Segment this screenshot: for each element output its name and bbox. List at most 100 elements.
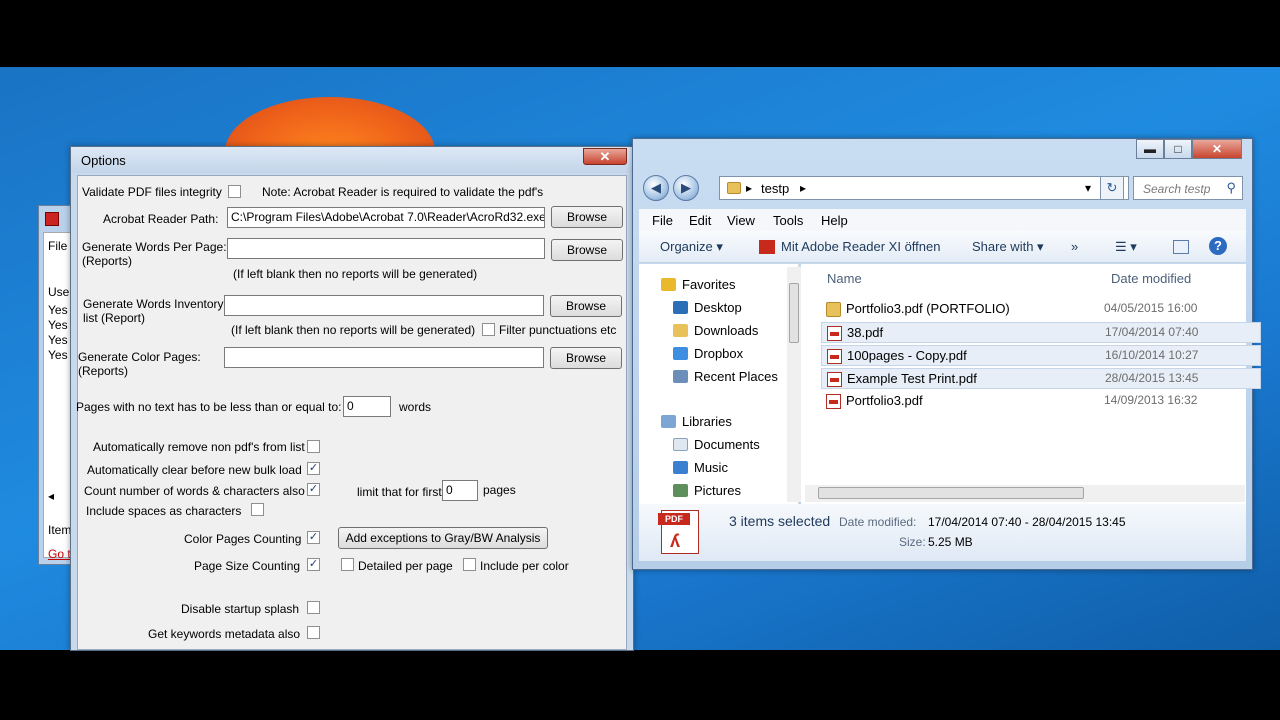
nav-pictures[interactable]: Pictures [673,483,741,498]
column-header-date-modified[interactable]: Date modified [1111,271,1191,286]
auto-clear-checkbox[interactable]: ✓ [307,462,320,475]
nav-dropbox[interactable]: Dropbox [673,346,743,361]
nav-music[interactable]: Music [673,460,728,475]
share-with-button[interactable]: Share with ▾ [972,239,1044,255]
organize-button[interactable]: Organize ▾ [660,239,723,255]
no-text-words-input[interactable]: 0 [343,396,391,417]
views-button[interactable]: ☰ ▾ [1115,239,1137,255]
nav-libraries[interactable]: Libraries [661,414,732,429]
options-close-button[interactable]: ✕ [583,148,627,165]
bg-scroll-left-icon[interactable]: ◂ [48,489,54,503]
color-counting-checkbox[interactable]: ✓ [307,531,320,544]
include-spaces-label: Include spaces as characters [86,504,242,518]
menu-view[interactable]: View [727,213,755,228]
include-per-color-label: Include per color [480,559,569,573]
search-box[interactable]: Search testp ⚲ [1133,176,1243,200]
include-spaces-checkbox[interactable] [251,503,264,516]
inventory-browse-button[interactable]: Browse [550,295,622,317]
include-per-color-checkbox[interactable] [463,558,476,571]
bg-item-label: Item [48,523,72,537]
search-icon[interactable]: ⚲ [1226,180,1236,196]
detailed-per-page-checkbox[interactable] [341,558,354,571]
maximize-button[interactable]: □ [1164,139,1192,159]
menu-help[interactable]: Help [821,213,848,228]
preview-pane-icon[interactable] [1173,240,1189,254]
close-button[interactable]: ✕ [1192,139,1242,159]
count-words-checkbox[interactable]: ✓ [307,483,320,496]
words-per-page-browse-button[interactable]: Browse [551,239,623,261]
minimize-button[interactable]: ▬ [1136,139,1164,159]
no-text-unit: words [399,400,432,414]
pdf-file-icon [827,349,842,364]
nav-recent-places[interactable]: Recent Places [673,369,778,384]
address-bar[interactable]: ▸ testp ▸ ▾ [719,176,1129,200]
options-titlebar[interactable]: Options ✕ [71,147,633,173]
adobe-reader-icon [759,240,775,254]
file-row[interactable]: 38.pdf 17/04/2014 07:40 [821,322,1261,343]
file-row[interactable]: Example Test Print.pdf 28/04/2015 13:45 [821,368,1261,389]
bg-file-menu[interactable]: File [48,239,67,253]
refresh-button[interactable]: ↻ [1100,176,1124,200]
menu-tools[interactable]: Tools [773,213,803,228]
date-modified-label: Date modified: [839,515,917,529]
more-commands-button[interactable]: » [1071,239,1078,254]
favorites-star-icon [661,278,676,291]
open-with-adobe-button[interactable]: Mit Adobe Reader XI öffnen [781,239,940,254]
add-exceptions-button[interactable]: Add exceptions to Gray/BW Analysis [338,527,548,549]
nav-documents[interactable]: Documents [673,437,760,452]
size-label: Size: [899,535,926,549]
reader-path-browse-button[interactable]: Browse [551,206,623,228]
address-chevron-icon[interactable]: ▸ [800,181,806,195]
color-counting-label: Color Pages Counting [184,532,302,546]
filter-punctuations-checkbox[interactable] [482,323,495,336]
limit-pages-input[interactable]: 0 [442,480,478,501]
address-dropdown-icon[interactable]: ▾ [1085,181,1091,195]
search-placeholder: Search testp [1143,182,1211,196]
forward-button[interactable]: ▶ [673,175,699,201]
disable-splash-checkbox[interactable] [307,601,320,614]
file-row[interactable]: 100pages - Copy.pdf 16/10/2014 10:27 [821,345,1261,366]
validate-pdf-checkbox[interactable] [228,185,241,198]
file-row[interactable]: Portfolio3.pdf (PORTFOLIO) 04/05/2015 16… [821,299,1261,320]
details-pane: PDF ʎ 3 items selected Date modified: 17… [639,504,1246,561]
nav-desktop[interactable]: Desktop [673,300,742,315]
auto-remove-checkbox[interactable] [307,440,320,453]
address-chevron-icon[interactable]: ▸ [746,181,752,195]
words-per-page-note: (If left blank then no reports will be g… [233,267,478,281]
nav-scrollbar[interactable] [787,267,801,502]
column-header-name[interactable]: Name [827,271,862,286]
bg-row-value: Yes [48,303,68,317]
dropbox-icon [673,347,688,360]
menu-bar: File Edit View Tools Help [639,209,1246,231]
detailed-per-page-label: Detailed per page [358,559,453,573]
file-row[interactable]: Portfolio3.pdf 14/09/2013 16:32 [821,391,1261,412]
inventory-input[interactable] [224,295,544,316]
bg-goto-link[interactable]: Go t [48,547,71,561]
nav-scroll-thumb[interactable] [789,283,799,343]
file-list-horizontal-scrollbar[interactable] [805,485,1245,502]
menu-edit[interactable]: Edit [689,213,711,228]
reader-path-input[interactable]: C:\Program Files\Adobe\Acrobat 7.0\Reade… [227,207,545,228]
pdf-file-icon [827,372,842,387]
back-button[interactable]: ◀ [643,175,669,201]
menu-file[interactable]: File [652,213,673,228]
desktop-icon [673,301,688,314]
keywords-metadata-checkbox[interactable] [307,626,320,639]
explorer-window: ▬ □ ✕ ◀ ▶ ▸ testp ▸ ▾ ↻ Search testp ⚲ F… [632,138,1261,570]
color-pages-input[interactable] [224,347,544,368]
bg-row-value: Yes [48,348,68,362]
nav-favorites[interactable]: Favorites [661,277,735,292]
color-pages-browse-button[interactable]: Browse [550,347,622,369]
acrobat-note: Note: Acrobat Reader is required to vali… [262,185,544,199]
horizontal-scroll-thumb[interactable] [818,487,1084,499]
downloads-folder-icon [673,324,688,337]
page-size-checkbox[interactable]: ✓ [307,558,320,571]
help-icon[interactable]: ? [1209,237,1227,255]
nav-downloads[interactable]: Downloads [673,323,758,338]
pdf-file-icon [827,326,842,341]
keywords-metadata-label: Get keywords metadata also [148,627,301,641]
validate-pdf-label: Validate PDF files integrity [82,185,222,199]
address-path[interactable]: testp [761,181,789,196]
selected-count: 3 items selected [729,513,831,529]
words-per-page-input[interactable] [227,238,545,259]
